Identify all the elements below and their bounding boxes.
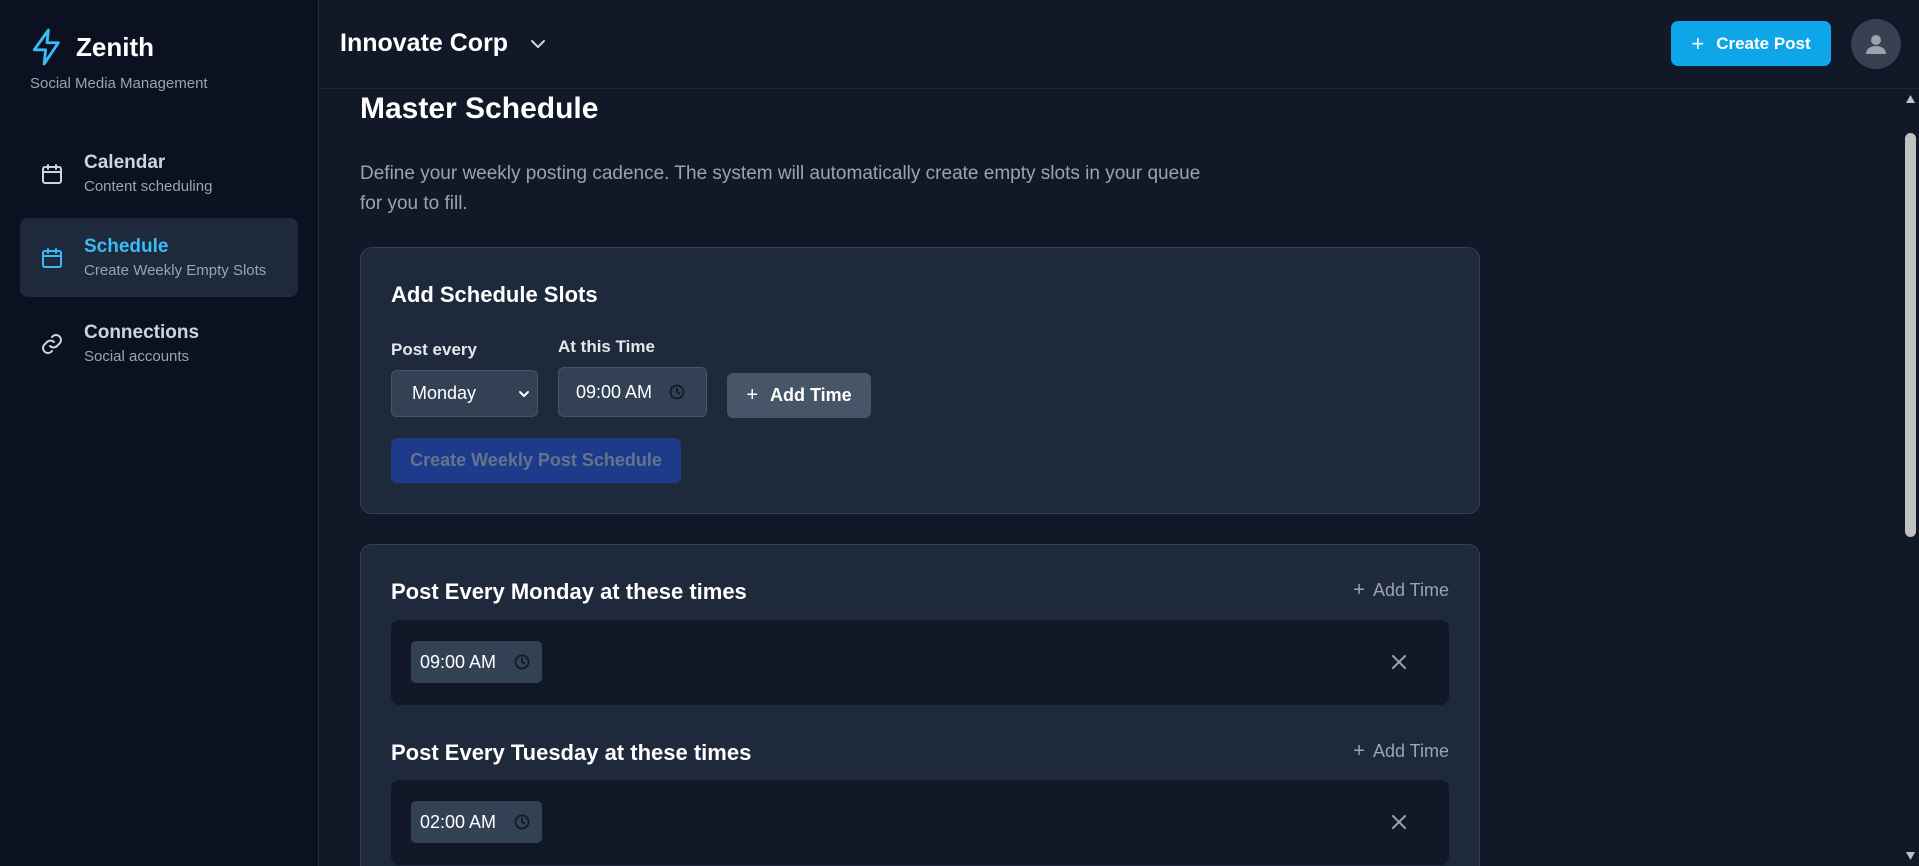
lightning-icon: [30, 28, 64, 66]
post-every-label: Post every: [391, 340, 477, 359]
page-title: Master Schedule: [360, 92, 599, 125]
plus-icon: +: [1353, 740, 1365, 762]
user-icon: [1864, 32, 1888, 56]
brand-tagline: Social Media Management: [30, 75, 208, 92]
add-time-link-tuesday[interactable]: + Add Time: [1353, 740, 1449, 763]
sidebar-item-label: Connections: [84, 322, 200, 343]
weekly-schedule-card: Post Every Monday at these times + Add T…: [360, 544, 1480, 866]
add-time-label: Add Time: [1372, 741, 1449, 761]
time-input-value: 09:00 AM: [576, 381, 653, 402]
scroll-up-arrow-icon[interactable]: [1905, 94, 1916, 104]
brand[interactable]: Zenith: [30, 28, 154, 66]
add-time-label: Add Time: [770, 385, 852, 405]
plus-icon: +: [746, 384, 758, 406]
sidebar-item-sublabel: Content scheduling: [84, 178, 213, 195]
slot-time-value: 09:00 AM: [420, 651, 497, 672]
chevron-down-icon: [517, 387, 531, 401]
page-description: Define your weekly posting cadence. The …: [360, 163, 1201, 214]
plus-icon: +: [1353, 579, 1365, 601]
scrollbar[interactable]: [1902, 89, 1919, 866]
time-input[interactable]: 09:00 AM: [558, 367, 707, 417]
avatar[interactable]: [1851, 19, 1901, 69]
brand-name: Zenith: [76, 31, 154, 62]
create-post-label: Create Post: [1716, 33, 1811, 53]
clock-icon[interactable]: [514, 814, 530, 830]
time-slot-row: 02:00 AM: [391, 780, 1449, 865]
day-select[interactable]: Monday: [391, 370, 538, 417]
time-label: At this Time: [558, 337, 655, 356]
top-header: Innovate Corp + Create Post: [320, 0, 1919, 89]
sidebar-item-connections[interactable]: Connections Social accounts: [20, 304, 298, 383]
card-title: Add Schedule Slots: [391, 282, 598, 307]
create-weekly-schedule-button[interactable]: Create Weekly Post Schedule: [391, 438, 681, 483]
org-switcher[interactable]: Innovate Corp: [340, 29, 548, 58]
close-icon[interactable]: [1389, 652, 1409, 672]
add-time-button[interactable]: + Add Time: [727, 373, 871, 418]
sidebar: Zenith Social Media Management Calendar …: [0, 0, 319, 866]
plus-icon: +: [1691, 30, 1705, 56]
sidebar-item-sublabel: Create Weekly Empty Slots: [84, 262, 267, 279]
link-icon: [40, 332, 64, 356]
create-post-button[interactable]: + Create Post: [1671, 21, 1831, 66]
add-time-label: Add Time: [1372, 580, 1449, 600]
sidebar-item-sublabel: Social accounts: [84, 348, 190, 365]
slot-time-value: 02:00 AM: [420, 811, 497, 832]
clock-icon[interactable]: [514, 654, 530, 670]
day-title-tuesday: Post Every Tuesday at these times: [391, 740, 752, 765]
org-name: Innovate Corp: [340, 29, 509, 57]
add-time-link-monday[interactable]: + Add Time: [1353, 579, 1449, 602]
close-icon[interactable]: [1389, 812, 1409, 832]
sidebar-item-schedule[interactable]: Schedule Create Weekly Empty Slots: [20, 218, 298, 297]
calendar-icon: [40, 162, 64, 186]
sidebar-item-label: Schedule: [84, 236, 169, 257]
chevron-down-icon: [528, 34, 548, 54]
slot-time-input[interactable]: 09:00 AM: [411, 641, 542, 683]
scrollbar-thumb[interactable]: [1905, 133, 1916, 537]
main-content: Master Schedule Define your weekly posti…: [320, 89, 1900, 866]
clock-icon[interactable]: [669, 384, 685, 400]
sidebar-item-calendar[interactable]: Calendar Content scheduling: [20, 134, 298, 213]
slot-time-input[interactable]: 02:00 AM: [411, 801, 542, 843]
create-weekly-schedule-label: Create Weekly Post Schedule: [410, 450, 662, 470]
day-title-monday: Post Every Monday at these times: [391, 579, 747, 604]
scroll-down-arrow-icon[interactable]: [1905, 851, 1916, 861]
day-select-value: Monday: [412, 383, 477, 403]
add-schedule-slots-card: Add Schedule Slots Post every Monday At …: [360, 247, 1480, 514]
calendar-icon: [40, 246, 64, 270]
time-slot-row: 09:00 AM: [391, 620, 1449, 705]
sidebar-item-label: Calendar: [84, 152, 166, 173]
